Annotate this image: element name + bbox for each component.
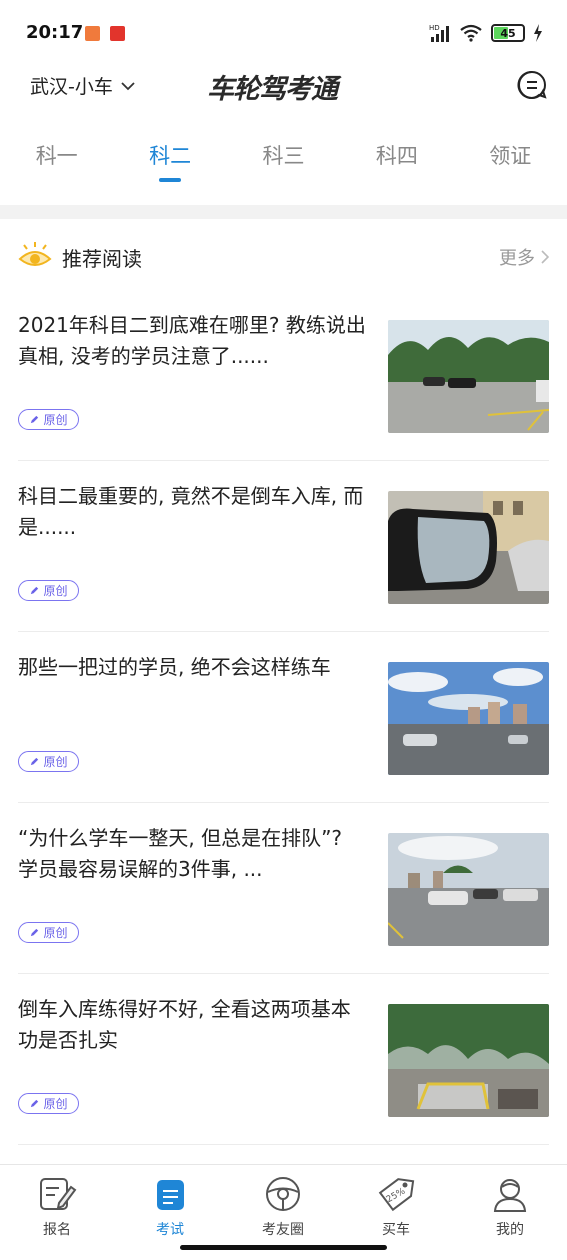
pencil-icon <box>31 928 39 937</box>
original-tag: 原创 <box>18 922 79 943</box>
article-title: 那些一把过的学员, 绝不会这样练车 <box>18 655 331 679</box>
article-title: “为什么学车一整天, 但总是在排队”? 学员最容易误解的3件事, ... <box>18 826 343 881</box>
article-thumbnail <box>388 833 549 946</box>
tabbar-label: 我的 <box>496 1222 524 1238</box>
signal-icon: HD <box>429 24 449 42</box>
article-title: 2021年科目二到底难在哪里? 教练说出真相, 没考的学员注意了...... <box>18 313 366 368</box>
pencil-icon <box>31 1099 39 1108</box>
wifi-icon <box>460 24 482 42</box>
more-label: 更多 <box>499 248 535 269</box>
status-bar: 20:17 HD 45 <box>0 0 567 62</box>
chevron-right-icon <box>541 250 549 264</box>
exam-icon <box>157 1180 184 1210</box>
more-link[interactable]: 更多 <box>499 244 549 270</box>
charging-icon <box>534 24 542 42</box>
city-label: 武汉-小车 <box>30 76 113 98</box>
signup-icon <box>40 1178 77 1210</box>
section-divider <box>0 205 567 219</box>
article-item[interactable]: “为什么学车一整天, 但总是在排队”? 学员最容易误解的3件事, ... 原创 <box>0 803 567 974</box>
tag-label: 原创 <box>43 755 68 769</box>
tab-license[interactable]: 领证 <box>454 128 567 188</box>
tab-subject-2[interactable]: 科二 <box>113 128 226 188</box>
eye-icon <box>18 242 52 266</box>
price-tag-icon: 25% <box>378 1178 415 1212</box>
original-tag: 原创 <box>18 751 79 772</box>
tabbar-label: 买车 <box>382 1222 410 1238</box>
tabbar-exam[interactable]: 考试 <box>130 1175 210 1239</box>
tab-subject-1[interactable]: 科一 <box>0 128 113 188</box>
pencil-icon <box>31 415 39 424</box>
tab-label: 科一 <box>35 144 78 168</box>
city-selector[interactable]: 武汉-小车 <box>30 72 135 99</box>
tabbar-label: 报名 <box>43 1222 71 1238</box>
subject-tabs: 科一 科二 科三 科四 领证 <box>0 128 567 188</box>
chevron-down-icon <box>121 81 135 90</box>
tabbar-community[interactable]: 考友圈 <box>243 1175 323 1239</box>
tabbar-label: 考友圈 <box>262 1222 304 1238</box>
message-icon[interactable] <box>517 70 547 100</box>
tab-label: 科二 <box>149 144 192 168</box>
tab-subject-4[interactable]: 科四 <box>340 128 453 188</box>
network-label: HD <box>429 24 440 32</box>
notification-app-icon <box>110 26 125 41</box>
article-thumbnail <box>388 1004 549 1117</box>
article-item[interactable]: 科目二最重要的, 竟然不是倒车入库, 而是...... 原创 <box>0 461 567 632</box>
article-thumbnail <box>388 662 549 775</box>
pencil-icon <box>31 757 39 766</box>
battery-level: 45 <box>500 26 516 40</box>
tab-subject-3[interactable]: 科三 <box>227 128 340 188</box>
status-time: 20:17 <box>26 22 84 43</box>
steering-wheel-icon <box>266 1177 300 1211</box>
profile-icon <box>493 1179 527 1212</box>
tab-label: 科四 <box>375 144 418 168</box>
article-thumbnail <box>388 320 549 433</box>
article-item[interactable]: 那些一把过的学员, 绝不会这样练车 原创 <box>0 632 567 803</box>
original-tag: 原创 <box>18 580 79 601</box>
tag-label: 原创 <box>43 926 68 940</box>
tag-label: 原创 <box>43 584 68 598</box>
notification-app-icon <box>85 26 100 41</box>
tabbar-buy-car[interactable]: 25% 买车 <box>356 1175 436 1239</box>
active-tab-indicator <box>159 178 182 182</box>
tab-label: 科三 <box>262 144 305 168</box>
section-title: 推荐阅读 <box>62 247 142 271</box>
tag-label: 原创 <box>43 1097 68 1111</box>
original-tag: 原创 <box>18 409 79 430</box>
article-title: 科目二最重要的, 竟然不是倒车入库, 而是...... <box>18 484 364 539</box>
original-tag: 原创 <box>18 1093 79 1114</box>
tabbar-profile[interactable]: 我的 <box>470 1175 550 1239</box>
recommended-reading-header: 推荐阅读 更多 <box>0 237 567 277</box>
battery-icon: 45 <box>491 24 525 42</box>
article-item[interactable]: 2021年科目二到底难在哪里? 教练说出真相, 没考的学员注意了...... 原… <box>0 290 567 461</box>
tabbar-label: 考试 <box>156 1222 184 1238</box>
tab-label: 领证 <box>489 144 532 168</box>
row-separator <box>18 1144 549 1145</box>
article-item[interactable]: 倒车入库练得好不好, 全看这两项基本功是否扎实 原创 <box>0 974 567 1145</box>
article-title: 倒车入库练得好不好, 全看这两项基本功是否扎实 <box>18 997 351 1052</box>
tag-label: 原创 <box>43 413 68 427</box>
top-header: 武汉-小车 车轮驾考通 <box>0 62 567 110</box>
status-indicators: HD 45 <box>429 22 543 44</box>
article-thumbnail <box>388 491 549 604</box>
home-indicator[interactable] <box>180 1245 387 1250</box>
brand-logo: 车轮驾考通 <box>207 74 338 105</box>
tabbar-signup[interactable]: 报名 <box>17 1175 97 1239</box>
pencil-icon <box>31 586 39 595</box>
